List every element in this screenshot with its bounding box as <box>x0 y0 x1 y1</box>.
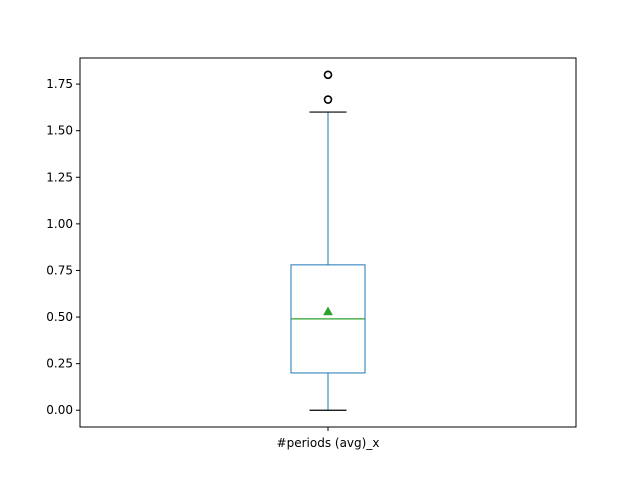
y-tick-label: 1.25 <box>46 170 73 184</box>
x-tick-label: #periods (avg)_x <box>277 436 380 450</box>
y-tick-label: 1.75 <box>46 77 73 91</box>
y-tick-label: 0.50 <box>46 310 73 324</box>
chart: 0.00 0.25 0.50 0.75 1.00 1.25 1.50 1.75 #period… <box>46 57 577 450</box>
mean-marker <box>323 306 333 316</box>
y-tick-label: 0.00 <box>46 403 73 417</box>
y-tick-label: 0.25 <box>46 357 73 371</box>
y-tick-label: 1.00 <box>46 217 73 231</box>
outlier-point <box>323 70 333 80</box>
y-tick-label: 0.75 <box>46 263 73 277</box>
outlier-point <box>323 95 333 104</box>
y-tick-label: 1.50 <box>46 124 73 138</box>
